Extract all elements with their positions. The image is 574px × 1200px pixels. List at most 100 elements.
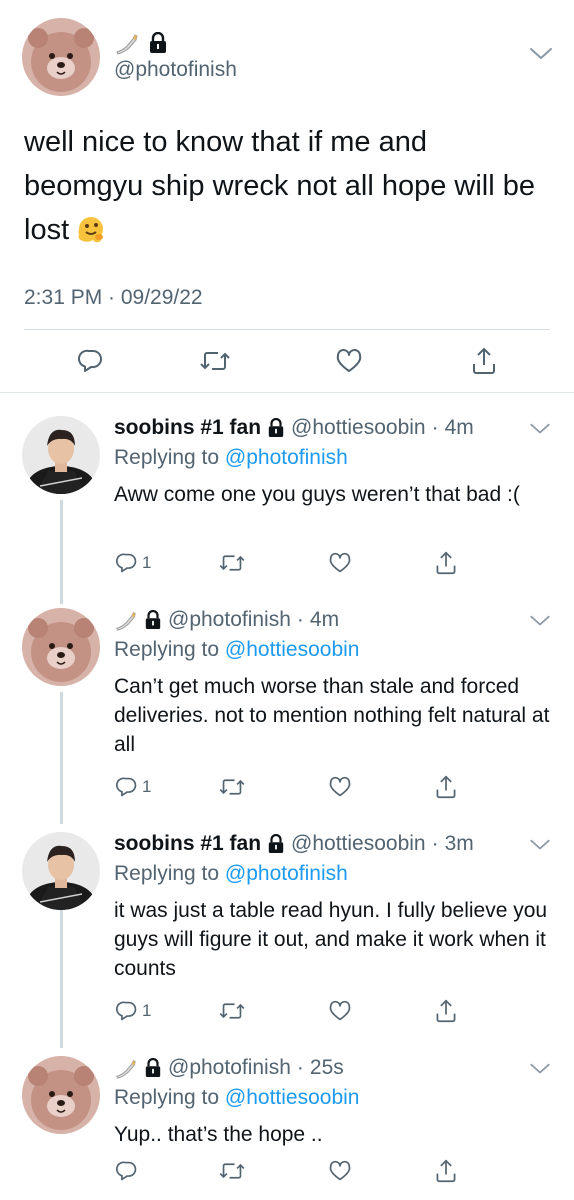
- retweet-button[interactable]: [218, 1160, 246, 1182]
- chevron-down-icon[interactable]: [528, 46, 554, 62]
- display-name[interactable]: [114, 30, 168, 56]
- bear-avatar-image: [22, 1056, 100, 1134]
- reply-tweet: soobins #1 fan @hottiesoobin · 4m Replyi…: [0, 404, 574, 594]
- reply-icon: [116, 777, 137, 797]
- replying-to-mention[interactable]: @photofinish: [225, 862, 348, 885]
- reply-actions: 1: [0, 774, 574, 804]
- profile-photo-image: [22, 416, 100, 494]
- separator-dot: ·: [296, 608, 304, 631]
- like-button[interactable]: [328, 1000, 352, 1022]
- reply-handle[interactable]: @hottiesoobin: [291, 416, 426, 440]
- replying-to-mention[interactable]: @photofinish: [225, 446, 348, 469]
- replying-to: Replying to @photofinish: [114, 862, 348, 886]
- reply-icon: [116, 1161, 137, 1181]
- reply-actions: [0, 1158, 574, 1188]
- replying-to-mention[interactable]: @hottiesoobin: [225, 1086, 360, 1109]
- reply-header: @photofinish · 4m: [114, 608, 339, 632]
- heart-icon: [329, 776, 351, 797]
- tweet-handle[interactable]: @photofinish: [114, 58, 237, 82]
- reply-handle[interactable]: @photofinish: [168, 1056, 291, 1080]
- share-button[interactable]: [434, 1158, 458, 1184]
- heart-icon: [336, 349, 362, 372]
- separator-dot: ·: [431, 416, 439, 439]
- reply-display-name[interactable]: soobins #1 fan: [114, 416, 261, 440]
- heart-icon: [329, 552, 351, 573]
- reply-text: it was just a table read hyun. I fully b…: [114, 899, 548, 980]
- reply-button[interactable]: 1: [116, 552, 151, 574]
- share-button[interactable]: [434, 550, 458, 576]
- reply-age[interactable]: 4m: [445, 416, 474, 440]
- share-button[interactable]: [434, 774, 458, 800]
- reply-age[interactable]: 4m: [310, 608, 339, 632]
- share-icon: [436, 999, 456, 1023]
- lifting-arm-icon: [116, 1059, 136, 1079]
- separator-dot: ·: [296, 1056, 304, 1079]
- share-icon: [473, 347, 495, 374]
- reply-button[interactable]: [78, 348, 104, 374]
- heart-icon: [329, 1160, 351, 1181]
- retweet-icon: [219, 779, 245, 795]
- reply-button[interactable]: [116, 1160, 142, 1182]
- reply-age[interactable]: 3m: [445, 832, 474, 856]
- replying-to: Replying to @photofinish: [114, 446, 348, 470]
- avatar[interactable]: [22, 1056, 100, 1134]
- reply-text: Aww come one you guys weren’t that bad :…: [114, 483, 520, 506]
- avatar[interactable]: [22, 608, 100, 686]
- retweet-button[interactable]: [218, 552, 246, 574]
- reply-header: @photofinish · 25s: [114, 1056, 344, 1080]
- lifting-arm-icon: [116, 611, 136, 631]
- divider: [0, 392, 574, 393]
- tweet-actions: [0, 344, 574, 384]
- divider: [24, 329, 550, 330]
- separator-dot: ·: [431, 832, 439, 855]
- main-tweet: @photofinish well nice to know that if m…: [0, 0, 574, 392]
- reply-count: 1: [142, 553, 152, 572]
- retweet-icon: [200, 352, 230, 370]
- reply-display-name[interactable]: soobins #1 fan: [114, 832, 261, 856]
- reply-text: Can’t get much worse than stale and forc…: [114, 675, 550, 756]
- reply-button[interactable]: 1: [116, 1000, 151, 1022]
- lock-icon: [145, 1058, 161, 1077]
- share-icon: [436, 775, 456, 799]
- avatar[interactable]: [22, 18, 100, 96]
- reply-header: soobins #1 fan @hottiesoobin · 3m: [114, 832, 474, 856]
- reply-handle[interactable]: @hottiesoobin: [291, 832, 426, 856]
- retweet-button[interactable]: [199, 348, 231, 374]
- share-icon: [436, 551, 456, 575]
- retweet-button[interactable]: [218, 776, 246, 798]
- reply-tweet: @photofinish · 4m Replying to @hottiesoo…: [0, 596, 574, 816]
- avatar[interactable]: [22, 832, 100, 910]
- reply-age[interactable]: 25s: [310, 1056, 344, 1080]
- chevron-down-icon[interactable]: [528, 614, 552, 628]
- retweet-button[interactable]: [218, 1000, 246, 1022]
- share-button[interactable]: [470, 346, 498, 376]
- tweet-text: well nice to know that if me and beomgyu…: [24, 120, 554, 258]
- lock-icon: [150, 32, 166, 53]
- retweet-icon: [219, 1003, 245, 1019]
- avatar[interactable]: [22, 416, 100, 494]
- chevron-down-icon[interactable]: [528, 1062, 552, 1076]
- melting-face-icon: [75, 213, 107, 258]
- reply-icon: [116, 553, 137, 573]
- chevron-down-icon[interactable]: [528, 422, 552, 436]
- tweet-timestamp[interactable]: 2:31 PM · 09/29/22: [24, 286, 203, 310]
- replying-to-mention[interactable]: @hottiesoobin: [225, 638, 360, 661]
- lock-icon: [268, 418, 284, 437]
- like-button[interactable]: [328, 1160, 352, 1182]
- share-button[interactable]: [434, 998, 458, 1024]
- share-icon: [436, 1159, 456, 1183]
- reply-handle[interactable]: @photofinish: [168, 608, 291, 632]
- reply-icon: [78, 349, 102, 372]
- reply-button[interactable]: 1: [116, 776, 151, 798]
- like-button[interactable]: [328, 552, 352, 574]
- replying-to: Replying to @hottiesoobin: [114, 638, 359, 662]
- replying-to-label: Replying to: [114, 638, 220, 661]
- reply-text: Yup.. that’s the hope ..: [114, 1123, 323, 1146]
- like-button[interactable]: [335, 348, 363, 374]
- replying-to-label: Replying to: [114, 446, 220, 469]
- chevron-down-icon[interactable]: [528, 838, 552, 852]
- like-button[interactable]: [328, 776, 352, 798]
- retweet-icon: [219, 555, 245, 571]
- replying-to-label: Replying to: [114, 862, 220, 885]
- lock-icon: [145, 610, 161, 629]
